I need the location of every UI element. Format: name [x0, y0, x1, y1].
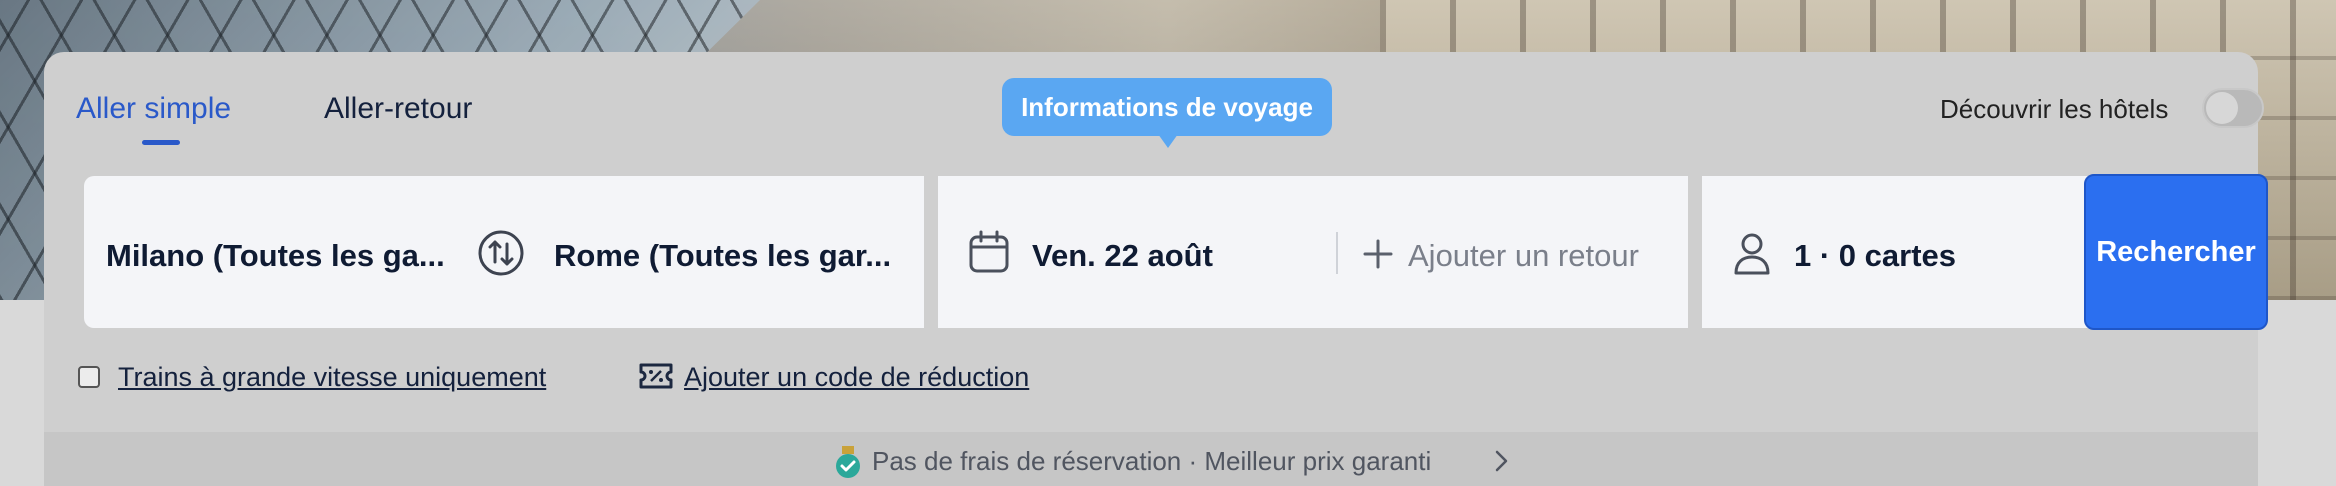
search-button-label: Rechercher: [2096, 235, 2256, 268]
passengers-field[interactable]: 1 · 0 cartes: [1702, 176, 2090, 328]
swap-icon[interactable]: [476, 228, 526, 283]
active-tab-indicator: [142, 140, 180, 145]
tab-one-way[interactable]: Aller simple: [76, 92, 231, 126]
tooltip-text: Informations de voyage: [1021, 91, 1313, 122]
person-icon: [1732, 232, 1772, 281]
departure-date-input[interactable]: Ven. 22 août: [1032, 238, 1213, 274]
tab-round-trip[interactable]: Aller-retour: [324, 92, 472, 126]
discount-code-link[interactable]: Ajouter un code de réduction: [684, 362, 1029, 393]
travel-info-tooltip: Informations de voyage: [1002, 78, 1332, 136]
calendar-icon: [968, 230, 1010, 279]
ticket-discount-icon: [638, 360, 674, 397]
hotels-toggle-label: Découvrir les hôtels: [1940, 94, 2169, 124]
date-divider: [1336, 232, 1338, 274]
high-speed-label[interactable]: Trains à grande vitesse uniquement: [118, 362, 546, 393]
passengers-value: 1 · 0 cartes: [1794, 238, 1956, 273]
hotels-toggle[interactable]: [2202, 88, 2264, 128]
dates-field: Ven. 22 août Ajouter un retour: [938, 176, 1688, 328]
search-button[interactable]: Rechercher: [2084, 174, 2268, 330]
plus-icon[interactable]: [1362, 238, 1394, 275]
stations-field: Milano (Toutes les ga... Rome (Toutes le…: [84, 176, 924, 328]
verified-badge-icon: [834, 446, 862, 485]
footer-guarantee-text: Pas de frais de réservation · Meilleur p…: [872, 446, 1432, 476]
chevron-right-icon[interactable]: [1492, 448, 1510, 479]
search-panel: Aller simple Aller-retour Informations d…: [44, 52, 2268, 486]
high-speed-checkbox[interactable]: [78, 366, 100, 388]
tooltip-arrow: [1158, 134, 1178, 148]
destination-input[interactable]: Rome (Toutes les gar...: [554, 238, 891, 274]
origin-input[interactable]: Milano (Toutes les ga...: [106, 238, 445, 274]
footer-strip: Pas de frais de réservation · Meilleur p…: [44, 432, 2258, 486]
toggle-knob: [2206, 92, 2238, 124]
add-return-button[interactable]: Ajouter un retour: [1408, 238, 1639, 274]
